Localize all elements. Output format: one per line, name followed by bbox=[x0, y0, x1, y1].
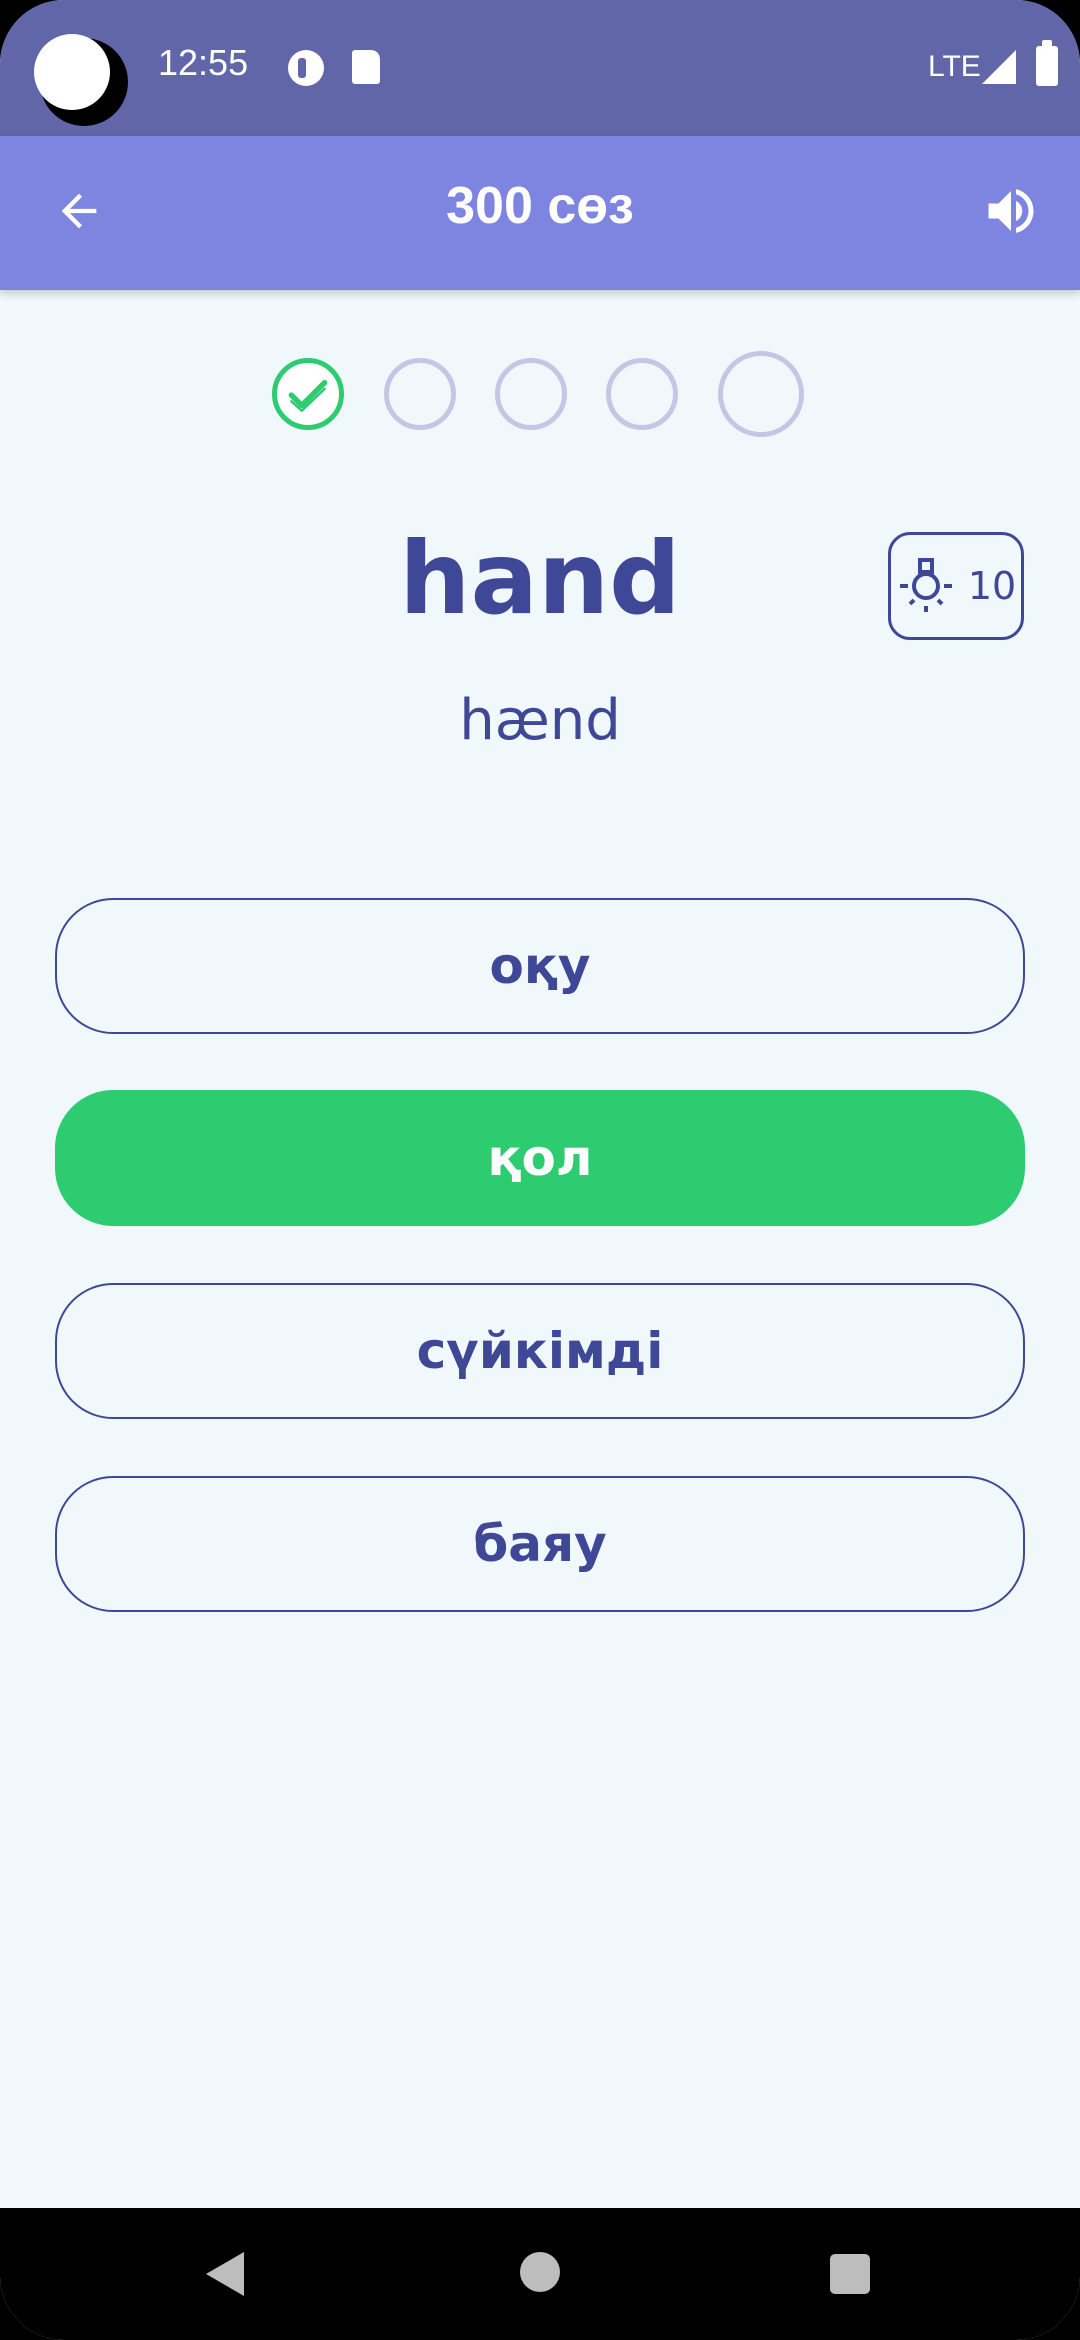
notification-app-icon bbox=[288, 50, 324, 86]
battery-icon bbox=[1036, 40, 1058, 86]
nav-back-icon[interactable] bbox=[206, 2252, 244, 2296]
answer-option-label: баяу bbox=[473, 1515, 607, 1573]
signal-icon bbox=[982, 50, 1016, 84]
answer-option-4[interactable]: баяу bbox=[55, 1476, 1025, 1612]
progress-dot-4 bbox=[606, 358, 678, 430]
sd-card-icon bbox=[352, 50, 380, 84]
screen: 12:55 LTE 300 сөз hand hænd 10 оқу қол с… bbox=[0, 0, 1080, 2340]
answer-option-label: сүйкімді bbox=[416, 1322, 664, 1380]
camera-cutout bbox=[34, 34, 110, 110]
status-time: 12:55 bbox=[158, 42, 249, 83]
network-type: LTE bbox=[928, 50, 981, 83]
answer-option-label: оқу bbox=[489, 937, 591, 995]
check-icon bbox=[288, 379, 328, 412]
progress-dot-5 bbox=[718, 351, 804, 437]
nav-recents-icon[interactable] bbox=[830, 2254, 870, 2294]
progress-dot-2 bbox=[384, 358, 456, 430]
answer-option-label: қол bbox=[487, 1129, 593, 1187]
sound-button[interactable] bbox=[976, 176, 1046, 246]
hint-button[interactable]: 10 bbox=[888, 532, 1024, 640]
progress-dot-3 bbox=[495, 358, 567, 430]
page-title: 300 сөз bbox=[446, 177, 634, 235]
status-bar: 12:55 LTE bbox=[0, 0, 1080, 136]
volume-icon bbox=[988, 189, 1034, 233]
progress-dot-1 bbox=[272, 358, 344, 430]
hint-count: 10 bbox=[967, 564, 1017, 608]
answer-option-3[interactable]: сүйкімді bbox=[55, 1283, 1025, 1419]
transcription: hænd bbox=[459, 688, 621, 753]
lightbulb-icon bbox=[899, 558, 952, 612]
progress-indicator bbox=[270, 350, 810, 440]
answer-option-2[interactable]: қол bbox=[55, 1090, 1025, 1226]
system-nav-bar bbox=[0, 2208, 1080, 2340]
app-bar: 300 сөз bbox=[0, 136, 1080, 290]
nav-home-icon[interactable] bbox=[520, 2252, 560, 2292]
answer-option-1[interactable]: оқу bbox=[55, 898, 1025, 1034]
